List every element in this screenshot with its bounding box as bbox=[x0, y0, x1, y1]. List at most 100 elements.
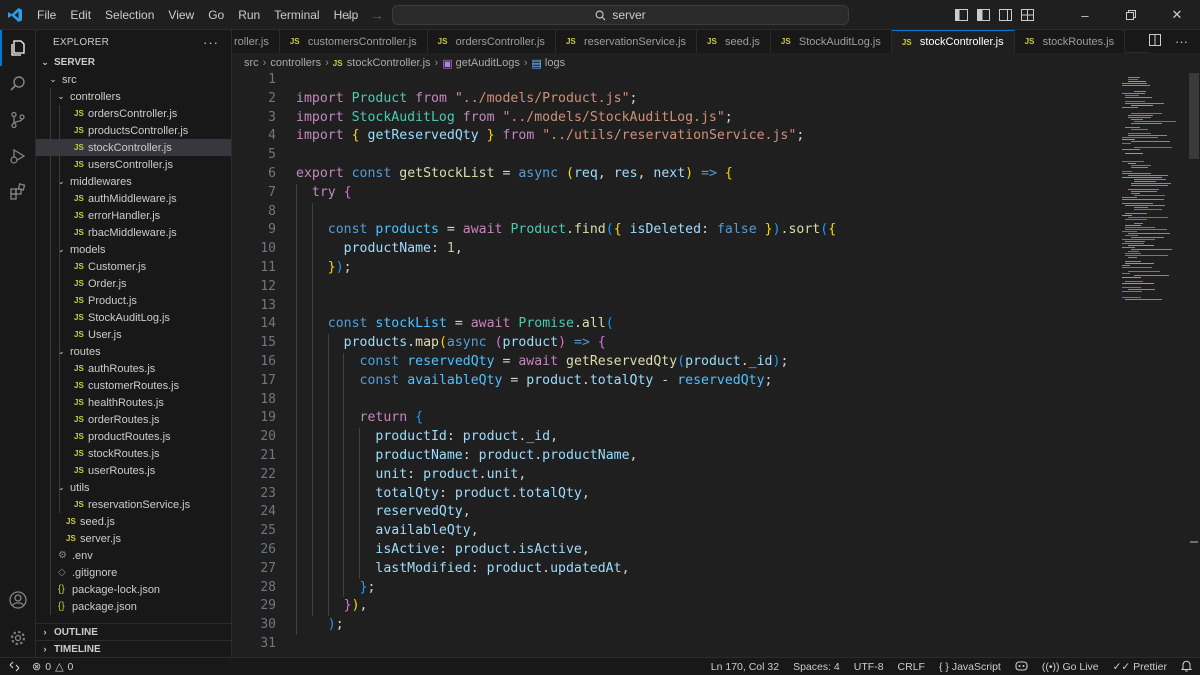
tab-stockauditlog[interactable]: JS StockAuditLog.js bbox=[770, 30, 892, 53]
file-reservationservice-js[interactable]: JS reservationService.js bbox=[36, 496, 231, 513]
menu-view[interactable]: View bbox=[161, 0, 201, 30]
folder-routes[interactable]: ⌄ routes bbox=[36, 343, 231, 360]
file-stockroutes-js[interactable]: JS stockRoutes.js bbox=[36, 445, 231, 462]
file-rbacmiddleware-js[interactable]: JS rbacMiddleware.js bbox=[36, 224, 231, 241]
settings-gear-icon[interactable] bbox=[0, 620, 36, 656]
file-server-js[interactable]: JS server.js bbox=[36, 530, 231, 547]
menu-go[interactable]: Go bbox=[201, 0, 231, 30]
folder-controllers[interactable]: ⌄ controllers bbox=[36, 88, 231, 105]
breadcrumb-symbol-getauditlogs[interactable]: getAuditLogs bbox=[456, 57, 520, 69]
file-customer-js[interactable]: JS Customer.js bbox=[36, 258, 231, 275]
code-token: _id bbox=[526, 429, 551, 445]
file-orderroutes-js[interactable]: JS orderRoutes.js bbox=[36, 411, 231, 428]
breadcrumb-symbol-logs[interactable]: logs bbox=[545, 57, 565, 69]
breadcrumb-controllers[interactable]: controllers bbox=[270, 57, 321, 69]
tab-roller[interactable]: roller.js bbox=[232, 30, 280, 53]
code-editor[interactable]: 1 2 3 4 5 6 7 8 9 10 11 12 13 14 15 16 17 18 19 20 21 22 23 24 2… bbox=[232, 73, 1112, 657]
extensions-icon[interactable] bbox=[0, 174, 36, 210]
folder-middlewares[interactable]: ⌄ middlewares bbox=[36, 173, 231, 190]
customize-layout-icon[interactable] bbox=[1016, 0, 1038, 30]
file-env[interactable]: ⚙ .env bbox=[36, 547, 231, 564]
folder-models[interactable]: ⌄ models bbox=[36, 241, 231, 258]
file-stockcontroller-js[interactable]: JS stockController.js bbox=[36, 139, 231, 156]
minimize-icon[interactable]: – bbox=[1062, 0, 1108, 30]
vertical-scrollbar[interactable] bbox=[1188, 73, 1200, 657]
file-user-js[interactable]: JS User.js bbox=[36, 326, 231, 343]
command-center-search[interactable]: server bbox=[392, 5, 849, 25]
file-authroutes-js[interactable]: JS authRoutes.js bbox=[36, 360, 231, 377]
minimap-line bbox=[1122, 107, 1138, 108]
tab-stockcontroller[interactable]: JS stockController.js bbox=[891, 30, 1015, 53]
explorer-more-actions-icon[interactable]: ··· bbox=[203, 35, 219, 50]
line-number: 9 bbox=[268, 222, 276, 238]
go-live-button[interactable]: ((•)) Go Live bbox=[1042, 661, 1099, 673]
toggle-sidebar-icon[interactable] bbox=[950, 0, 972, 30]
file-seed-js[interactable]: JS seed.js bbox=[36, 513, 231, 530]
encoding[interactable]: UTF-8 bbox=[854, 661, 884, 673]
file-orderscontroller-js[interactable]: JS ordersController.js bbox=[36, 105, 231, 122]
prettier-button[interactable]: ✓✓ Prettier bbox=[1113, 661, 1167, 673]
problems-indicator[interactable]: ⊗ 0 △ 0 bbox=[28, 660, 73, 674]
file-productroutes-js[interactable]: JS productRoutes.js bbox=[36, 428, 231, 445]
menu-run[interactable]: Run bbox=[231, 0, 267, 30]
run-debug-icon[interactable] bbox=[0, 138, 36, 174]
file-healthroutes-js[interactable]: JS healthRoutes.js bbox=[36, 394, 231, 411]
explorer-sidebar: EXPLORER ··· ⌄ SERVER ⌄ src ⌄ controllers JS or… bbox=[36, 30, 232, 657]
toggle-secondary-sidebar-icon[interactable] bbox=[994, 0, 1016, 30]
file-package-lock-json[interactable]: {} package-lock.json bbox=[36, 581, 231, 598]
menu-file[interactable]: File bbox=[30, 0, 63, 30]
file-userscontroller-js[interactable]: JS usersController.js bbox=[36, 156, 231, 173]
indentation[interactable]: Spaces: 4 bbox=[793, 661, 840, 673]
tab-stockroutes[interactable]: JS stockRoutes.js bbox=[1014, 30, 1126, 53]
back-arrow-icon[interactable]: ← bbox=[344, 7, 358, 23]
source-control-icon[interactable] bbox=[0, 102, 36, 138]
folder-src[interactable]: ⌄ src bbox=[36, 71, 231, 88]
close-icon[interactable]: ✕ bbox=[1154, 0, 1200, 30]
breadcrumb-src[interactable]: src bbox=[244, 57, 259, 69]
more-actions-icon[interactable]: ··· bbox=[1175, 34, 1188, 49]
split-editor-icon[interactable] bbox=[1149, 34, 1161, 49]
search-icon[interactable] bbox=[0, 66, 36, 102]
editor-actions: ··· bbox=[1149, 30, 1200, 53]
tab-seed[interactable]: JS seed.js bbox=[697, 30, 771, 53]
file-order-js[interactable]: JS Order.js bbox=[36, 275, 231, 292]
remote-indicator-icon[interactable] bbox=[0, 658, 28, 675]
code-token: isActive bbox=[375, 542, 439, 557]
notifications-bell-icon[interactable] bbox=[1180, 660, 1193, 675]
language-mode[interactable]: { } JavaScript bbox=[939, 661, 1001, 673]
file-stockauditlog-js[interactable]: JS StockAuditLog.js bbox=[36, 309, 231, 326]
copilot-icon[interactable] bbox=[1015, 660, 1028, 674]
scrollbar-thumb[interactable] bbox=[1189, 73, 1199, 159]
menu-selection[interactable]: Selection bbox=[98, 0, 161, 30]
end-of-line[interactable]: CRLF bbox=[898, 661, 925, 673]
file-userroutes-js[interactable]: JS userRoutes.js bbox=[36, 462, 231, 479]
tab-customerscontroller[interactable]: JS customersController.js bbox=[279, 30, 428, 53]
restore-icon[interactable] bbox=[1108, 0, 1154, 30]
outline-section[interactable]: › OUTLINE bbox=[36, 623, 231, 640]
file-customerroutes-js[interactable]: JS customerRoutes.js bbox=[36, 377, 231, 394]
explorer-root-folder[interactable]: ⌄ SERVER bbox=[36, 54, 231, 71]
file-authmiddleware-js[interactable]: JS authMiddleware.js bbox=[36, 190, 231, 207]
forward-arrow-icon[interactable]: → bbox=[370, 7, 384, 23]
cursor-position[interactable]: Ln 170, Col 32 bbox=[711, 661, 779, 673]
toggle-panel-icon[interactable] bbox=[972, 0, 994, 30]
breadcrumb-file[interactable]: stockController.js bbox=[347, 57, 431, 69]
explorer-files-icon[interactable] bbox=[0, 30, 36, 66]
file-product-js[interactable]: JS Product.js bbox=[36, 292, 231, 309]
file-productscontroller-js[interactable]: JS productsController.js bbox=[36, 122, 231, 139]
tab-reservationservice[interactable]: JS reservationService.js bbox=[555, 30, 698, 53]
line-number: 15 bbox=[260, 335, 276, 351]
minimap[interactable] bbox=[1112, 73, 1188, 657]
file-errorhandler-js[interactable]: JS errorHandler.js bbox=[36, 207, 231, 224]
menu-edit[interactable]: Edit bbox=[63, 0, 98, 30]
folder-utils[interactable]: ⌄ utils bbox=[36, 479, 231, 496]
file-gitignore[interactable]: ◇ .gitignore bbox=[36, 564, 231, 581]
chevron-down-icon: ⌄ bbox=[57, 176, 65, 186]
account-icon[interactable] bbox=[0, 582, 36, 618]
timeline-section[interactable]: › TIMELINE bbox=[36, 640, 231, 657]
file-package-json[interactable]: {} package.json bbox=[36, 598, 231, 615]
menu-terminal[interactable]: Terminal bbox=[267, 0, 326, 30]
tab-orderscontroller[interactable]: JS ordersController.js bbox=[427, 30, 556, 53]
